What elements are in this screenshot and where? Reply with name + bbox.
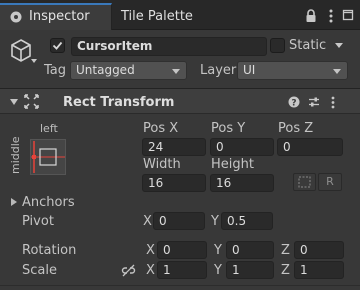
rotation-y-label: Y [214, 243, 222, 258]
component-menu-kebab-icon[interactable] [331, 96, 335, 112]
tag-label: Tag [44, 63, 67, 78]
pivot-x-field[interactable]: 0 [153, 212, 205, 230]
blueprint-mode-button[interactable] [293, 173, 316, 191]
rect-transform-icon [24, 94, 39, 112]
rotation-z-field[interactable]: 0 [294, 241, 344, 259]
anchor-h-label: left [40, 122, 58, 135]
pivot-x-label: X [143, 214, 152, 229]
scale-x-field[interactable]: 1 [157, 261, 207, 279]
anchor-preset-button[interactable] [30, 139, 66, 175]
scale-link-icon[interactable] [121, 264, 136, 280]
gameobject-name-field[interactable]: CursorItem [71, 37, 267, 56]
inspector-tab-icon [10, 10, 24, 27]
layer-value: UI [243, 63, 256, 77]
checkmark-icon [52, 41, 63, 50]
rotation-y-field[interactable]: 0 [226, 241, 274, 259]
rotation-z-label: Z [281, 243, 290, 258]
icon-dropdown-arrow-icon[interactable] [31, 59, 37, 63]
tag-dropdown-arrow-icon [172, 69, 180, 74]
preset-settings-icon[interactable] [308, 96, 320, 111]
raw-edit-label: R [326, 175, 334, 188]
anchor-preset-icon [31, 141, 65, 173]
rect-transform-header[interactable] [0, 89, 360, 114]
rotation-x-label: X [146, 243, 155, 258]
anchors-foldout-icon[interactable] [11, 198, 17, 206]
lock-icon[interactable] [305, 9, 317, 26]
scale-y-label: Y [214, 263, 222, 278]
help-icon[interactable]: ? [288, 96, 300, 111]
blueprint-icon [298, 176, 311, 188]
tag-dropdown[interactable]: Untagged [70, 61, 187, 80]
pivot-label: Pivot [22, 214, 54, 229]
pos-x-label: Pos X [143, 121, 179, 136]
pivot-y-field[interactable]: 0.5 [221, 212, 273, 230]
anchor-v-label: middle [9, 136, 22, 174]
scale-z-label: Z [281, 263, 290, 278]
scale-x-label: X [146, 263, 155, 278]
pos-y-field[interactable]: 0 [210, 138, 274, 156]
tab-menu-kebab-icon[interactable] [329, 9, 333, 26]
tab-tile-palette[interactable]: Tile Palette [112, 5, 212, 29]
layer-label: Layer [200, 63, 237, 78]
static-checkbox[interactable] [270, 38, 285, 53]
static-dropdown-arrow-icon[interactable] [335, 43, 343, 48]
tab-tile-palette-label: Tile Palette [121, 9, 193, 24]
active-checkbox[interactable] [50, 38, 65, 53]
tag-value: Untagged [76, 63, 135, 77]
raw-edit-button[interactable]: R [318, 173, 342, 191]
rotation-label: Rotation [22, 243, 77, 258]
pos-y-label: Pos Y [211, 121, 246, 136]
rotation-x-field[interactable]: 0 [157, 241, 207, 259]
scale-label: Scale [22, 263, 57, 278]
svg-text:?: ? [291, 99, 296, 109]
width-field[interactable]: 16 [142, 174, 206, 192]
height-field[interactable]: 16 [210, 174, 274, 192]
pos-z-label: Pos Z [278, 121, 314, 136]
pivot-y-label: Y [211, 214, 219, 229]
layer-dropdown[interactable]: UI [237, 61, 348, 80]
component-title: Rect Transform [63, 95, 175, 110]
width-label: Width [143, 157, 181, 172]
tab-inspector[interactable]: Inspector [0, 3, 112, 30]
scale-y-field[interactable]: 1 [226, 261, 274, 279]
layer-dropdown-arrow-icon [333, 69, 341, 74]
bottom-divider [0, 285, 360, 286]
tab-inspector-label: Inspector [29, 9, 90, 24]
pos-z-field[interactable]: 0 [277, 138, 343, 156]
static-label: Static [289, 38, 327, 53]
tab-maximize-icon[interactable] [342, 9, 354, 24]
height-label: Height [211, 157, 254, 172]
pos-x-field[interactable]: 24 [142, 138, 206, 156]
scale-z-field[interactable]: 1 [294, 261, 344, 279]
anchors-label[interactable]: Anchors [22, 195, 75, 211]
gameobject-cube-icon[interactable] [9, 37, 35, 68]
foldout-expanded-icon[interactable] [10, 99, 18, 105]
